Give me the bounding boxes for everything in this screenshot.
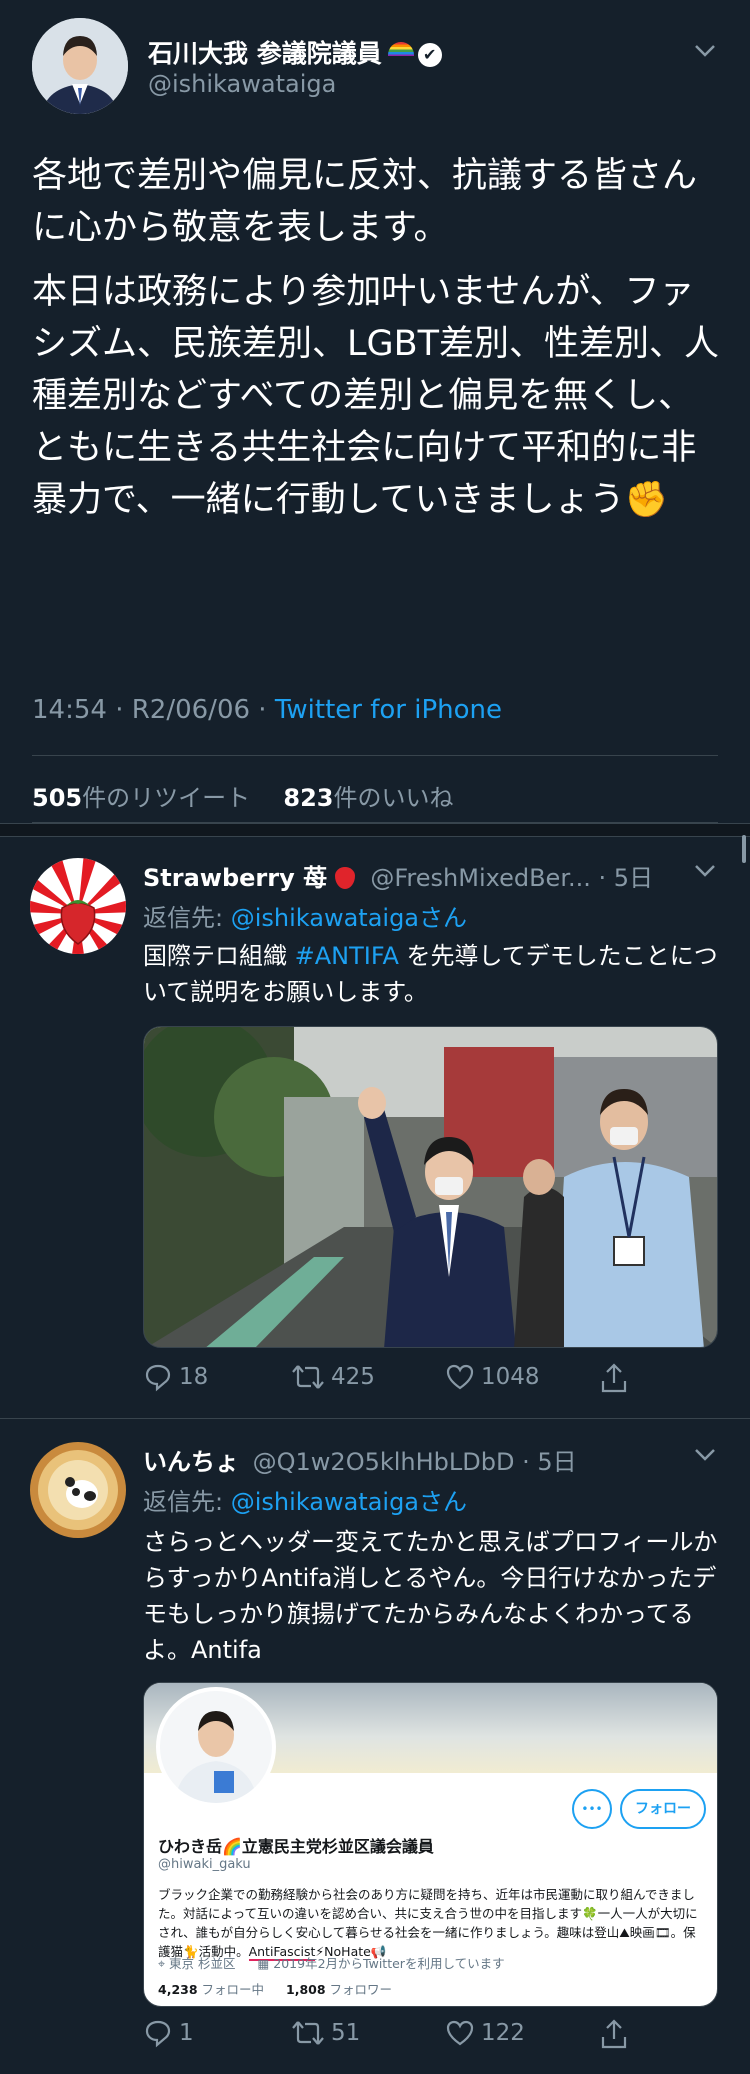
tweet-source[interactable]: Twitter for iPhone: [275, 695, 502, 725]
verified-icon: ✔: [417, 43, 442, 67]
replying-to: 返信先: @ishikawataigaさん: [143, 904, 468, 932]
tweet-stats: 505件のリツイート 823件のいいね: [32, 778, 454, 813]
reply-to-link[interactable]: @ishikawataigaさん: [231, 904, 467, 932]
reply-age[interactable]: 5日: [614, 864, 653, 892]
divider: [0, 1418, 750, 1419]
follow-button[interactable]: フォロー: [620, 1789, 706, 1829]
fist-emoji-icon: ✊: [624, 480, 669, 520]
scrollbar[interactable]: [742, 835, 746, 863]
profile-bio: ブラック企業での勤務経験から社会のあり方に疑問を持ち、近年は市民運動に取り組んで…: [158, 1887, 698, 1961]
reply-photo[interactable]: ••• フォロー ひわき岳🌈立憲民主党杉並区議会議員 @hiwaki_gaku …: [143, 1682, 718, 2007]
reply-handle[interactable]: @FreshMixedBer...: [370, 864, 591, 892]
heart-icon: [446, 2020, 474, 2046]
reply-text: 国際テロ組織 #ANTIFA を先導してデモしたことについて説明をお願いします。: [143, 942, 718, 1006]
tweet-paragraph-2: 本日は政務により参加叶いませんが、ファシズム、民族差別、LGBT差別、性差別、人…: [32, 272, 720, 520]
reply-icon: [145, 1364, 171, 1392]
tweet-meta: 14:54 · R2/06/06 · Twitter for iPhone: [32, 695, 503, 725]
tweet-text: 各地で差別や偏見に反対、抗議する皆さんに心から敬意を表します。 本日は政務により…: [32, 150, 722, 538]
share-icon[interactable]: [600, 1362, 628, 1394]
chevron-down-icon[interactable]: [694, 44, 716, 58]
chevron-down-icon[interactable]: [694, 1448, 716, 1462]
hashtag-link[interactable]: #ANTIFA: [295, 942, 399, 970]
reply-photo[interactable]: [143, 1026, 718, 1348]
section-separator: [0, 823, 750, 837]
reply-avatar[interactable]: [30, 858, 126, 954]
reply-display-name[interactable]: いんちょ: [143, 1448, 239, 1476]
reply-avatar[interactable]: [30, 1442, 126, 1538]
reply-handle[interactable]: @Q1w2O5klhHbLDbD: [253, 1448, 515, 1476]
divider: [32, 755, 718, 756]
author-name[interactable]: 石川大我 参議院議員 ✔: [148, 34, 442, 70]
chevron-down-icon[interactable]: [694, 864, 716, 878]
like-button[interactable]: 1048: [445, 1362, 540, 1392]
reply-to-link[interactable]: @ishikawataigaさん: [231, 1488, 467, 1516]
reply-icon: [145, 2020, 171, 2048]
calendar-icon: ▦: [257, 1956, 270, 1971]
reply-button[interactable]: 1: [143, 2018, 194, 2048]
author-display-name[interactable]: 石川大我 参議院議員: [148, 39, 382, 68]
author-avatar[interactable]: [32, 18, 128, 114]
profile-name: ひわき岳🌈立憲民主党杉並区議会議員: [158, 1837, 434, 1856]
likes-stat[interactable]: 823件のいいね: [283, 784, 453, 812]
tweet-date[interactable]: R2/06/06: [132, 695, 250, 725]
reply-text: さらっとヘッダー変えてたかと思えばプロフィールからすっかりAntifa消しとるや…: [143, 1528, 718, 1664]
reply-actions: 1 51 122: [143, 2018, 623, 2054]
heart-icon: [446, 1364, 474, 1390]
like-button[interactable]: 122: [445, 2018, 525, 2048]
profile-handle: @hiwaki_gaku: [158, 1857, 251, 1872]
strawberry-icon: [334, 867, 355, 889]
more-icon[interactable]: •••: [572, 1789, 612, 1829]
retweet-button[interactable]: 425: [291, 1362, 375, 1392]
rainbow-icon: [387, 42, 414, 56]
reply-actions: 18 425 1048: [143, 1362, 623, 1398]
reply-header: Strawberry 苺 @FreshMixedBer... · 5日: [143, 864, 654, 892]
retweet-icon: [292, 2021, 324, 2045]
reply-age[interactable]: 5日: [537, 1448, 576, 1476]
profile-follow-stats: 4,238 フォロー中 1,808 フォロワー: [158, 1982, 393, 1997]
reply-display-name[interactable]: Strawberry 苺: [143, 864, 327, 892]
reply-header: いんちょ @Q1w2O5klhHbLDbD · 5日: [143, 1448, 577, 1476]
location-icon: ⌖: [158, 1956, 166, 1971]
reply-button[interactable]: 18: [143, 1362, 208, 1392]
share-icon[interactable]: [600, 2018, 628, 2050]
replying-to: 返信先: @ishikawataigaさん: [143, 1488, 468, 1516]
tweet-time[interactable]: 14:54: [32, 695, 107, 725]
profile-meta: ⌖ 東京 杉並区 ▦ 2019年2月からTwitterを利用しています: [158, 1956, 505, 1971]
retweet-button[interactable]: 51: [291, 2018, 360, 2048]
tweet-paragraph-1: 各地で差別や偏見に反対、抗議する皆さんに心から敬意を表します。: [32, 156, 698, 248]
profile-avatar: [156, 1687, 276, 1807]
retweet-icon: [292, 1365, 324, 1389]
author-handle[interactable]: @ishikawataiga: [148, 70, 336, 98]
retweets-stat[interactable]: 505件のリツイート: [32, 784, 250, 812]
